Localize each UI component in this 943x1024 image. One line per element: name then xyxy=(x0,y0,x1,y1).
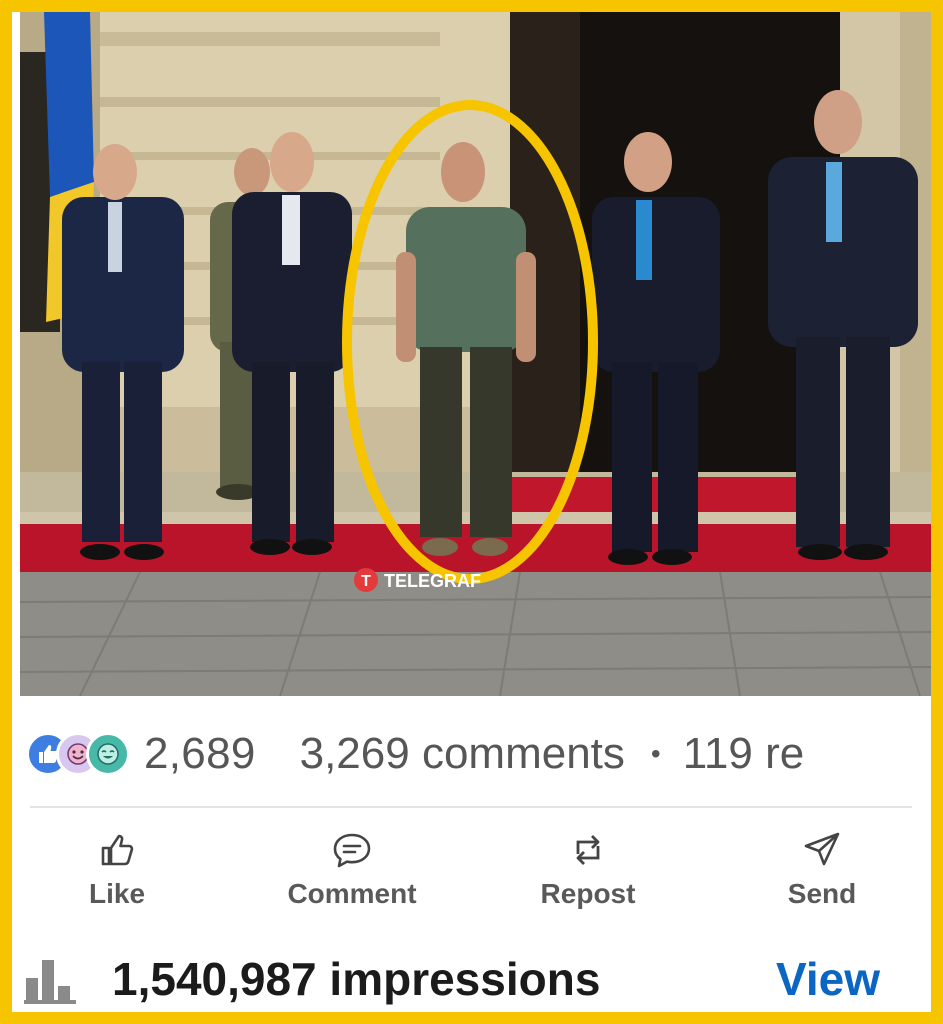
impressions-count: 1,540,987 impressions xyxy=(112,953,601,1005)
reactions-summary[interactable]: 2,689 3,269 comments • 119 re xyxy=(26,724,926,784)
support-reaction-icon xyxy=(86,732,130,776)
reposts-count[interactable]: 119 re xyxy=(683,729,805,779)
svg-text:T: T xyxy=(361,573,371,590)
reaction-count[interactable]: 2,689 xyxy=(144,729,256,779)
view-analytics-link[interactable]: View xyxy=(776,952,880,1006)
watermark-text: TELEGRAF xyxy=(384,571,481,591)
post-photo[interactable]: T TELEGRAF xyxy=(20,12,931,696)
post-frame: T TELEGRAF 2,689 3,269 comments • 119 re xyxy=(0,0,943,1024)
send-label: Send xyxy=(787,878,857,909)
repost-button[interactable]: Repost xyxy=(488,828,688,924)
action-bar: Like Comment Repost Send xyxy=(12,828,931,928)
send-icon xyxy=(802,828,842,872)
comment-button[interactable]: Comment xyxy=(252,828,452,924)
photo-illustration: T TELEGRAF xyxy=(20,12,931,696)
reaction-icons[interactable] xyxy=(26,732,130,776)
like-button[interactable]: Like xyxy=(17,828,217,924)
text-fade xyxy=(876,724,926,784)
repost-label: Repost xyxy=(540,878,636,909)
divider xyxy=(30,806,912,808)
comment-label: Comment xyxy=(287,878,417,909)
like-label: Like xyxy=(88,878,146,909)
comments-count[interactable]: 3,269 comments xyxy=(300,729,625,779)
repost-icon xyxy=(568,828,608,872)
bar-chart-icon xyxy=(24,956,80,1011)
comment-icon xyxy=(331,828,373,872)
impressions-row: 1,540,987 impressions View xyxy=(12,942,931,1012)
send-button[interactable]: Send xyxy=(722,828,922,924)
thumbs-up-icon xyxy=(97,828,137,872)
separator-dot: • xyxy=(650,738,661,769)
